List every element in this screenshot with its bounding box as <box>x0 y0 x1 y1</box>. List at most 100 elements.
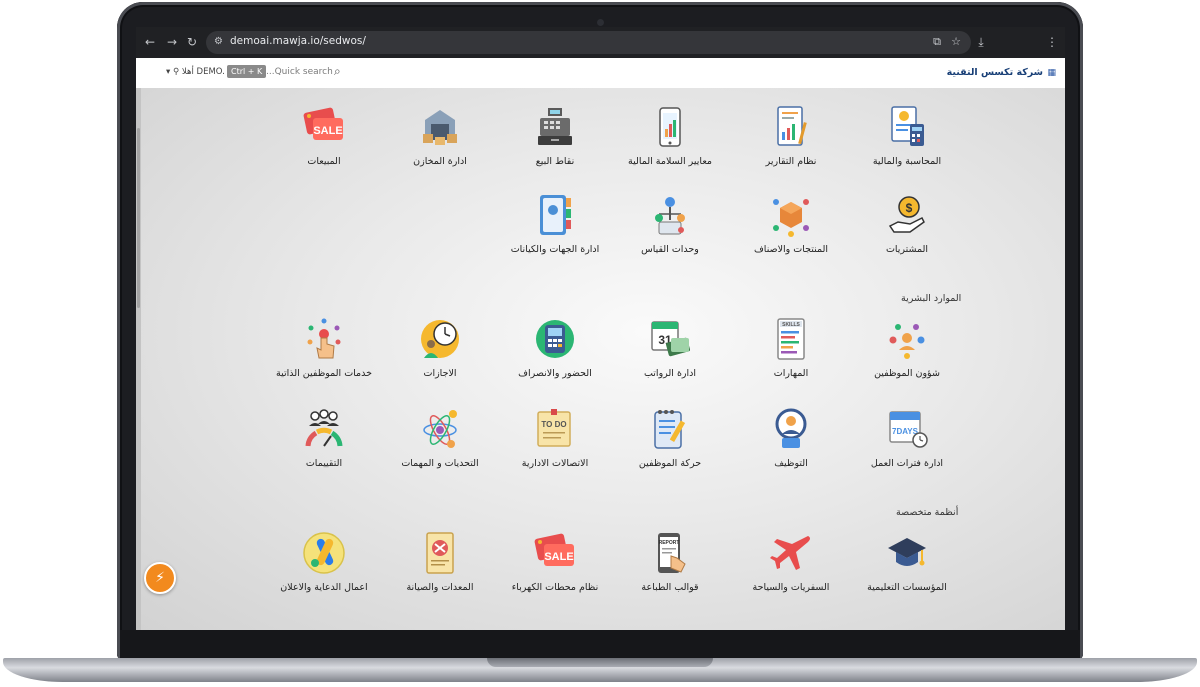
units-icon <box>655 197 685 235</box>
lightning-icon: ⚡ <box>155 570 165 586</box>
apps-grid-icon[interactable]: ▦ <box>1047 68 1056 78</box>
section-hr-title: الموارد البشرية <box>901 293 962 304</box>
back-button[interactable]: ← <box>142 34 158 50</box>
module-label: الاجازات <box>423 368 457 379</box>
module-payroll[interactable]: 31 ادارة الرواتب <box>615 316 725 396</box>
module-self-service[interactable]: خدمات الموظفين الذاتية <box>269 316 379 396</box>
module-label: المشتريات <box>885 244 929 255</box>
module-skills[interactable]: SKILLS المهارات <box>736 316 846 396</box>
search-icon[interactable]: ⌕ <box>334 64 341 79</box>
module-label: ادارة الجهات والكيانات <box>510 244 600 255</box>
sale-tag-icon: SALE <box>534 533 574 566</box>
module-label: اعمال الدعاية والاعلان <box>280 582 368 593</box>
evaluation-gauge-icon <box>305 409 343 447</box>
recruitment-icon <box>775 408 807 448</box>
company-name[interactable]: شركة تكسس التقنية <box>947 67 1043 78</box>
module-leaves[interactable]: الاجازات <box>385 316 495 396</box>
module-purchases[interactable]: $ المشتريات <box>852 192 962 272</box>
bookmark-star-icon[interactable]: ☆ <box>951 35 961 48</box>
module-label: معايير السلامة المالية <box>628 156 712 167</box>
module-label: وحدات القياس <box>641 244 699 255</box>
warehouse-icon <box>423 110 457 145</box>
module-label: المهارات <box>773 368 809 379</box>
quick-search-input[interactable]: ...Quick search <box>266 67 333 77</box>
module-label: المبيعات <box>307 156 341 167</box>
module-label: المنتجات والاصناف <box>753 244 829 255</box>
screen: ← → ↻ ⚙ demoai.mawja.io/sedwos/ ⧉ ☆ ⤓ ⋮ … <box>136 27 1065 630</box>
employees-network-icon <box>889 324 925 359</box>
scrollbar[interactable] <box>136 88 141 630</box>
user-menu[interactable]: ▾ ⚲ أهلا DEMO. <box>166 67 225 77</box>
self-service-touch-icon <box>307 318 341 359</box>
reload-button[interactable]: ↻ <box>184 34 200 50</box>
module-admin-communications[interactable]: TO DO الاتصالات الادارية <box>500 406 610 486</box>
module-evaluations[interactable]: التقييمات <box>269 406 379 486</box>
forward-button[interactable]: → <box>164 34 180 50</box>
laptop-notch <box>487 658 713 667</box>
address-bar[interactable]: ⚙ demoai.mawja.io/sedwos/ ⧉ ☆ <box>206 31 971 54</box>
assistant-fab-button[interactable]: ⚡ <box>144 562 176 594</box>
module-sales[interactable]: SALE المبيعات <box>269 104 379 184</box>
module-work-shifts[interactable]: 7DAYS ادارة فترات العمل <box>852 406 962 486</box>
translate-icon[interactable]: ⧉ <box>933 35 941 49</box>
skills-list-icon: SKILLS <box>777 318 805 360</box>
download-icon[interactable]: ⤓ <box>973 34 989 50</box>
report-icon-text: REPORT <box>659 540 680 546</box>
skills-icon-text: SKILLS <box>782 322 800 328</box>
module-label: ادارة المخازن <box>413 156 467 167</box>
airplane-icon <box>770 536 810 570</box>
browser-toolbar: ← → ↻ ⚙ demoai.mawja.io/sedwos/ ⧉ ☆ ⤓ ⋮ <box>136 27 1065 58</box>
graduation-cap-icon <box>888 538 926 566</box>
bezel-bottom <box>120 630 1080 658</box>
equipment-certificate-icon <box>426 532 454 574</box>
sale-icon-text: SALE <box>544 551 573 563</box>
module-employee-movement[interactable]: حركة الموظفين <box>615 406 725 486</box>
leave-clock-icon <box>421 320 459 358</box>
todo-icon-text: TO DO <box>541 420 566 429</box>
module-power-stations[interactable]: SALE نظام محطات الكهرباء <box>500 530 610 610</box>
module-pos[interactable]: نقاط البيع <box>500 104 610 184</box>
financial-safety-icon <box>659 107 681 147</box>
module-equipment[interactable]: المعدات والصيانة <box>385 530 495 610</box>
module-reports[interactable]: نظام التقارير <box>736 104 846 184</box>
module-entities[interactable]: ادارة الجهات والكيانات <box>500 192 610 272</box>
module-financial-safety[interactable]: معايير السلامة المالية <box>615 104 725 184</box>
work-shifts-calendar-icon: 7DAYS <box>889 411 928 448</box>
module-attendance[interactable]: الحضور والانصراف <box>500 316 610 396</box>
module-products[interactable]: المنتجات والاصناف <box>736 192 846 272</box>
cash-register-icon <box>538 108 572 145</box>
module-challenges[interactable]: التحديات و المهمات <box>385 406 495 486</box>
module-label: قوالب الطباعة <box>641 582 699 593</box>
module-employee-affairs[interactable]: شؤون الموظفين <box>852 316 962 396</box>
module-label: شؤون الموظفين <box>874 368 940 379</box>
module-print-templates[interactable]: REPORT قوالب الطباعة <box>615 530 725 610</box>
svg-text:$: $ <box>906 201 913 215</box>
module-label: نظام التقارير <box>765 156 817 167</box>
module-advertising[interactable]: اعمال الدعاية والاعلان <box>269 530 379 610</box>
scrollbar-thumb[interactable] <box>137 128 140 308</box>
module-label: حركة الموظفين <box>638 458 702 469</box>
module-label: المعدات والصيانة <box>406 582 474 593</box>
accounting-icon <box>891 106 924 146</box>
user-greeting: أهلا DEMO. <box>181 67 225 77</box>
module-travel[interactable]: السفريات والسياحة <box>736 530 846 610</box>
menu-dots-icon[interactable]: ⋮ <box>1044 34 1060 50</box>
report-phone-icon: REPORT <box>658 533 686 573</box>
module-units[interactable]: وحدات القياس <box>615 192 725 272</box>
module-accounting[interactable]: المحاسبة والمالية <box>852 104 962 184</box>
module-label: المؤسسات التعليمية <box>867 582 947 593</box>
module-recruitment[interactable]: التوظيف <box>736 406 846 486</box>
reports-icon <box>777 106 807 146</box>
payroll-calendar-icon: 31 <box>651 321 690 357</box>
address-book-icon <box>540 195 571 235</box>
module-educational[interactable]: المؤسسات التعليمية <box>852 530 962 610</box>
module-label: ادارة الرواتب <box>643 368 697 379</box>
module-label: التقييمات <box>305 458 343 469</box>
module-label: المحاسبة والمالية <box>872 156 942 167</box>
module-warehouses[interactable]: ادارة المخازن <box>385 104 495 184</box>
section-specialized-title: أنظمة متخصصة <box>896 507 959 518</box>
url-text[interactable]: demoai.mawja.io/sedwos/ <box>230 35 366 47</box>
site-settings-icon[interactable]: ⚙ <box>214 36 223 47</box>
webcam <box>597 19 604 26</box>
shortcut-badge: Ctrl + K <box>227 65 267 78</box>
